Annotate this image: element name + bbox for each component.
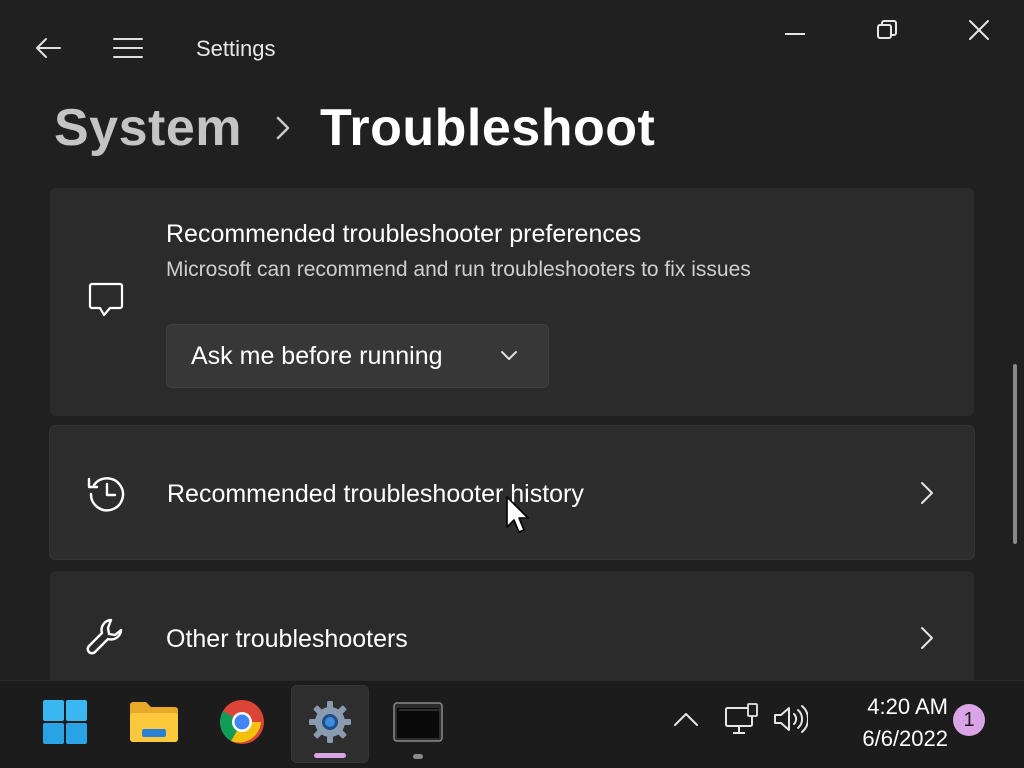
other-troubleshooters-link[interactable]: Other troubleshooters [50, 571, 974, 680]
dropdown-selected-value: Ask me before running [191, 341, 443, 370]
troubleshooter-preference-dropdown[interactable]: Ask me before running [166, 324, 549, 388]
settings-taskbar-button[interactable] [291, 685, 369, 763]
show-hidden-icons-button[interactable] [666, 701, 706, 741]
clock-time: 4:20 AM [867, 694, 948, 719]
active-app-indicator [314, 753, 346, 758]
back-button[interactable] [28, 30, 68, 70]
navigation-menu-button[interactable] [108, 30, 148, 70]
preferences-title: Recommended troubleshooter preferences [166, 220, 642, 248]
restore-icon [876, 19, 898, 46]
hamburger-menu-icon [113, 37, 143, 64]
app-title: Settings [196, 36, 276, 61]
settings-gear-icon [306, 698, 354, 751]
file-explorer-button[interactable] [115, 685, 193, 763]
chevron-right-icon [912, 623, 942, 653]
notification-badge[interactable]: 1 [953, 704, 985, 736]
history-icon [85, 472, 129, 516]
wrench-icon [84, 615, 128, 659]
chevron-right-icon [912, 478, 942, 508]
vertical-scrollbar[interactable] [1013, 364, 1017, 544]
clock-date: 6/6/2022 [862, 726, 948, 751]
back-arrow-icon [34, 36, 62, 65]
windows-start-icon [41, 698, 89, 751]
minimize-icon [784, 23, 806, 41]
minimize-button[interactable] [770, 14, 820, 50]
breadcrumb-parent-system[interactable]: System [54, 98, 242, 158]
close-button[interactable] [954, 14, 1004, 50]
chevron-down-icon [498, 345, 520, 367]
chevron-right-icon [276, 116, 290, 140]
settings-window: Settings System Troubleshoot Recommended… [0, 0, 1024, 680]
folder-icon [128, 699, 180, 750]
mouse-cursor-icon [505, 495, 531, 535]
taskbar: 4:20 AM 6/6/2022 1 [0, 680, 1024, 768]
title-bar: Settings [0, 0, 1024, 96]
terminal-button[interactable] [379, 685, 457, 763]
chrome-icon [218, 698, 266, 751]
clock-button[interactable]: 4:20 AM 6/6/2022 [828, 691, 948, 755]
troubleshooter-history-link[interactable]: Recommended troubleshooter history [49, 425, 975, 560]
maximize-button[interactable] [862, 14, 912, 50]
start-button[interactable] [26, 685, 104, 763]
preferences-description: Microsoft can recommend and run troubles… [166, 258, 751, 281]
other-troubleshooters-title: Other troubleshooters [166, 625, 408, 653]
chrome-button[interactable] [203, 685, 281, 763]
chat-bubble-icon [84, 278, 128, 322]
breadcrumb: System Troubleshoot [54, 96, 655, 160]
volume-icon [772, 704, 809, 739]
volume-button[interactable] [770, 701, 810, 741]
chevron-up-icon [673, 711, 699, 732]
network-icon [724, 702, 760, 741]
close-icon [968, 19, 990, 46]
page-title: Troubleshoot [320, 99, 656, 157]
terminal-icon [393, 701, 443, 747]
network-status-button[interactable] [722, 701, 762, 741]
troubleshooter-preferences-card: Recommended troubleshooter preferences M… [50, 188, 974, 416]
running-app-indicator [413, 754, 423, 759]
